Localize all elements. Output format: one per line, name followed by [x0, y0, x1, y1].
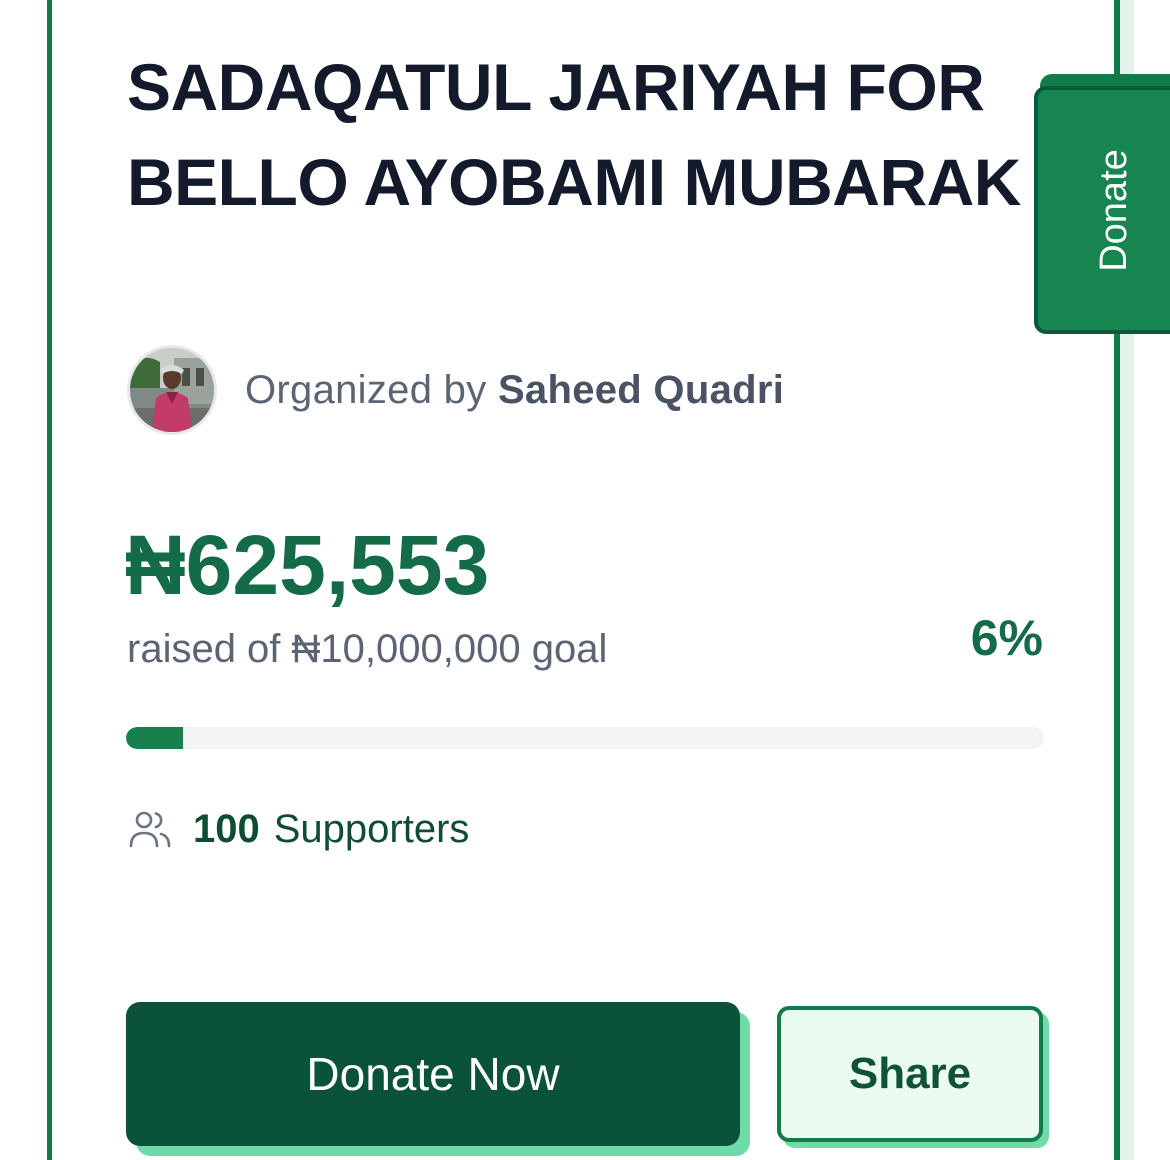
progress-bar-fill [126, 727, 184, 749]
organizer-row: Organized by Saheed Quadri [127, 343, 784, 437]
campaign-title: SADAQATUL JARIYAH FOR BELLO AYOBAMI MUBA… [127, 50, 1021, 219]
supporters-row: 100 Supporters [127, 804, 469, 854]
avatar[interactable] [127, 345, 217, 435]
organizer-name[interactable]: Saheed Quadri [498, 368, 784, 412]
share-button[interactable]: Share [777, 1006, 1043, 1142]
side-donate-label: Donate [1092, 148, 1135, 272]
organizer-text: Organized by Saheed Quadri [245, 368, 784, 413]
raised-amount: ₦625,553 [125, 518, 490, 612]
donate-now-button[interactable]: Donate Now [126, 1002, 740, 1146]
users-icon [129, 811, 171, 848]
organizer-avatar-image [130, 348, 214, 432]
supporters-count: 100 [193, 806, 260, 851]
card-left-border [47, 0, 52, 1160]
goal-text: raised of ₦10,000,000 goal [127, 627, 608, 671]
supporters-label: Supporters [273, 806, 470, 851]
organizer-prefix: Organized by [245, 367, 487, 412]
progress-bar [126, 727, 1044, 749]
side-donate-tab-label-wrap[interactable]: Donate [1049, 140, 1170, 280]
percent-raised: 6% [970, 610, 1043, 666]
